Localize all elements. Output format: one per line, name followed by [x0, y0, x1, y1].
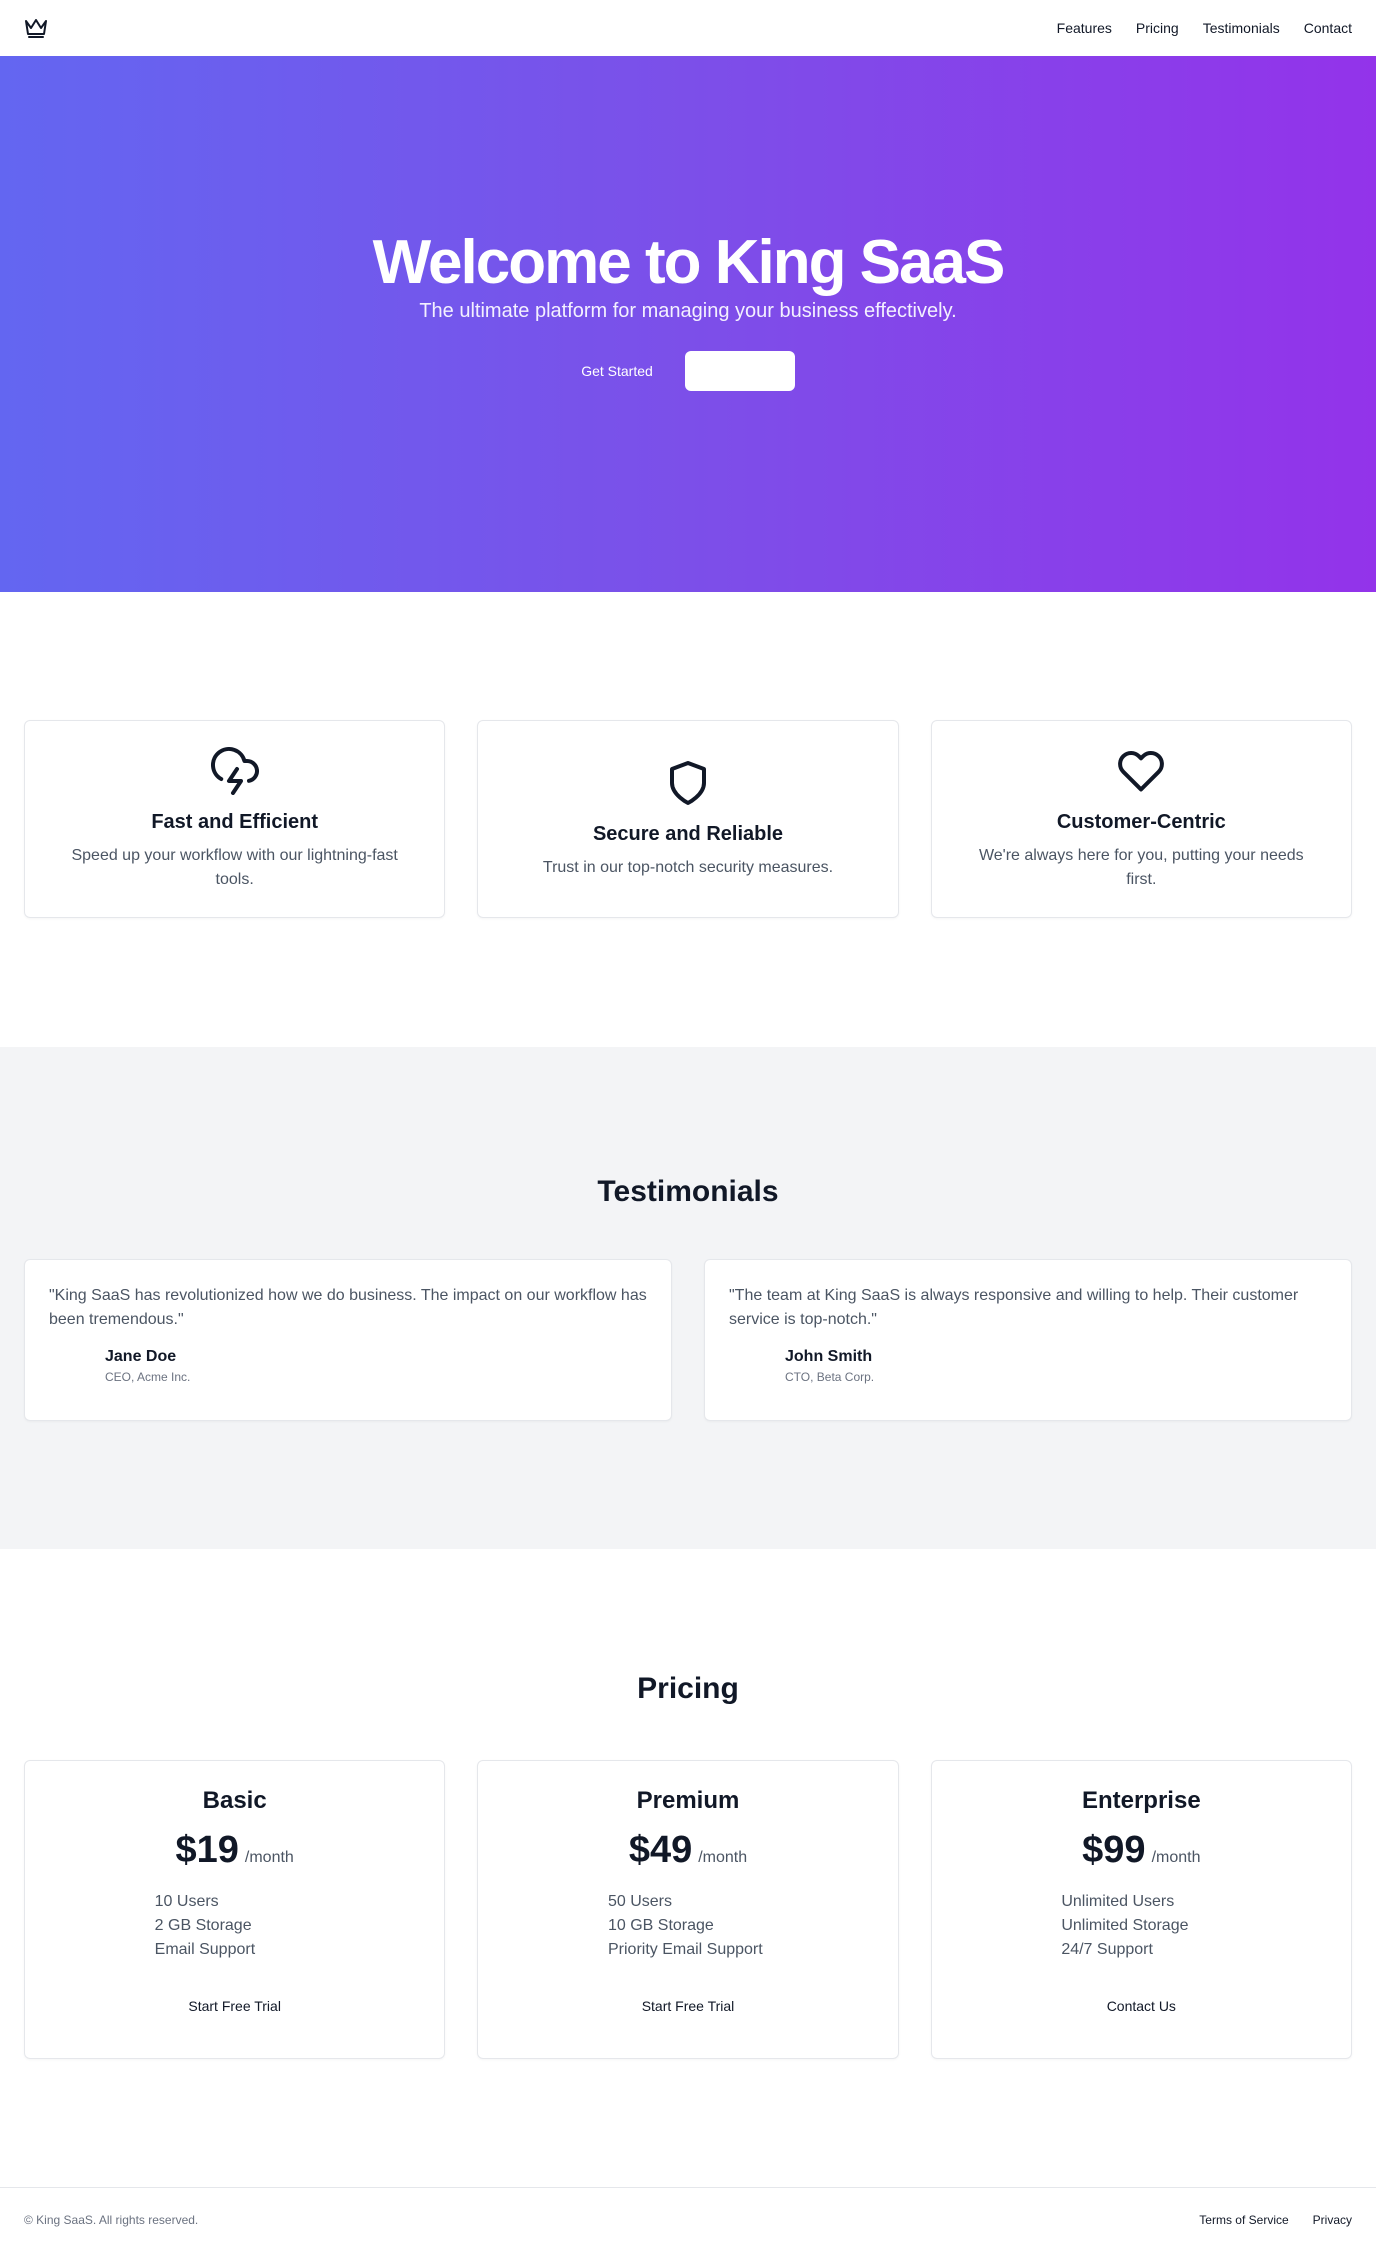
- author-name: John Smith: [785, 1348, 873, 1365]
- main-nav: Features Pricing Testimonials Contact: [1057, 20, 1352, 36]
- footer-links: Terms of Service Privacy: [1199, 2213, 1352, 2227]
- feature-title: Customer-Centric: [1056, 810, 1226, 833]
- privacy-link[interactable]: Privacy: [1313, 2213, 1352, 2227]
- testimonials-title: Testimonials: [597, 1175, 779, 1208]
- feature-title: Fast and Efficient: [151, 810, 319, 833]
- feature-card: Fast and Efficient Speed up your workflo…: [24, 720, 446, 918]
- plan-price-row: $99 /month: [1082, 1829, 1200, 1872]
- plan-feature-item: 24/7 Support: [1061, 1941, 1153, 1958]
- crown-icon: [24, 16, 48, 40]
- plan-feature-item: 50 Users: [607, 1893, 673, 1910]
- heart-icon: [1117, 747, 1165, 795]
- author-role: CEO, Acme Inc.: [105, 1370, 191, 1384]
- testimonial-grid: "King SaaS has revolutionized how we do …: [24, 1259, 1352, 1421]
- plan-price-row: $19 /month: [176, 1829, 294, 1872]
- plan-feature-item: Priority Email Support: [607, 1941, 763, 1958]
- plan-feature-item: 10 Users: [154, 1893, 219, 1910]
- plan-features: 10 Users 2 GB Storage Email Support: [155, 1890, 315, 1962]
- plan-card-basic: Basic $19 /month 10 Users 2 GB Storage E…: [24, 1760, 446, 2059]
- contact-us-button[interactable]: Contact Us: [1095, 1992, 1188, 2020]
- author-name: Jane Doe: [105, 1348, 177, 1365]
- plan-features: 50 Users 10 GB Storage Priority Email Su…: [608, 1890, 768, 1962]
- feature-card: Customer-Centric We're always here for y…: [930, 720, 1352, 918]
- site-footer: © King SaaS. All rights reserved. Terms …: [0, 2187, 1376, 2251]
- start-free-trial-button[interactable]: Start Free Trial: [630, 1992, 747, 2020]
- feature-description: Speed up your workflow with our lightnin…: [71, 846, 398, 888]
- logo-link[interactable]: [24, 16, 48, 40]
- cloud-lightning-icon: [210, 746, 259, 795]
- secondary-hero-button[interactable]: [684, 350, 795, 391]
- get-started-button[interactable]: Get Started: [581, 353, 653, 389]
- feature-description: We're always here for you, putting your …: [978, 846, 1304, 888]
- plan-period: /month: [1151, 1849, 1201, 1866]
- feature-description: Trust in our top-notch security measures…: [542, 858, 834, 876]
- feature-card: Secure and Reliable Trust in our top-not…: [477, 720, 899, 918]
- nav-link-features[interactable]: Features: [1057, 20, 1112, 36]
- plan-name: Basic: [202, 1787, 267, 1814]
- nav-link-pricing[interactable]: Pricing: [1136, 20, 1179, 36]
- terms-of-service-link[interactable]: Terms of Service: [1199, 2213, 1288, 2227]
- start-free-trial-button[interactable]: Start Free Trial: [176, 1992, 293, 2020]
- testimonial-card: "The team at King SaaS is always respons…: [704, 1259, 1352, 1421]
- plan-feature-item: Unlimited Storage: [1061, 1917, 1189, 1934]
- plan-price: $99: [1082, 1829, 1146, 1871]
- plan-feature-item: Unlimited Users: [1061, 1893, 1175, 1910]
- plan-card-enterprise: Enterprise $99 /month Unlimited Users Un…: [930, 1760, 1352, 2059]
- nav-link-testimonials[interactable]: Testimonials: [1203, 20, 1280, 36]
- pricing-title: Pricing: [637, 1672, 739, 1705]
- feature-title: Secure and Reliable: [592, 822, 784, 845]
- plan-feature-item: Email Support: [154, 1941, 256, 1958]
- shield-icon: [664, 759, 712, 807]
- hero-section: Welcome to King SaaS The ultimate platfo…: [0, 56, 1376, 592]
- plan-price-row: $49 /month: [629, 1829, 747, 1872]
- testimonial-author: John Smith CTO, Beta Corp.: [729, 1348, 1327, 1384]
- plan-period: /month: [698, 1849, 748, 1866]
- plan-feature-item: 10 GB Storage: [607, 1917, 714, 1934]
- plan-card-premium: Premium $49 /month 50 Users 10 GB Storag…: [477, 1760, 899, 2059]
- pricing-section: Basic $19 /month 10 Users 2 GB Storage E…: [24, 1760, 1352, 2059]
- testimonials-section: Testimonials "King SaaS has revolutioniz…: [0, 1047, 1376, 1549]
- plan-price: $19: [175, 1829, 239, 1871]
- testimonial-card: "King SaaS has revolutionized how we do …: [24, 1259, 672, 1421]
- testimonial-quote: "The team at King SaaS is always respons…: [729, 1287, 1299, 1328]
- hero-subtitle: The ultimate platform for managing your …: [419, 299, 957, 322]
- plan-price: $49: [628, 1829, 693, 1871]
- plan-name: Premium: [636, 1787, 740, 1814]
- author-role: CTO, Beta Corp.: [785, 1370, 875, 1384]
- plan-period: /month: [244, 1849, 294, 1866]
- features-section: Fast and Efficient Speed up your workflo…: [24, 720, 1352, 918]
- nav-link-contact[interactable]: Contact: [1304, 20, 1352, 36]
- plan-feature-item: 2 GB Storage: [154, 1917, 252, 1934]
- testimonial-author: Jane Doe CEO, Acme Inc.: [49, 1348, 647, 1384]
- hero-title: Welcome to King SaaS: [372, 227, 1006, 297]
- plan-name: Enterprise: [1081, 1787, 1201, 1814]
- copyright-text: © King SaaS. All rights reserved.: [24, 2212, 199, 2227]
- testimonial-quote: "King SaaS has revolutionized how we do …: [49, 1287, 647, 1328]
- site-header: Features Pricing Testimonials Contact: [0, 0, 1376, 56]
- hero-actions: Get Started: [581, 350, 795, 391]
- plan-features: Unlimited Users Unlimited Storage 24/7 S…: [1061, 1890, 1221, 1962]
